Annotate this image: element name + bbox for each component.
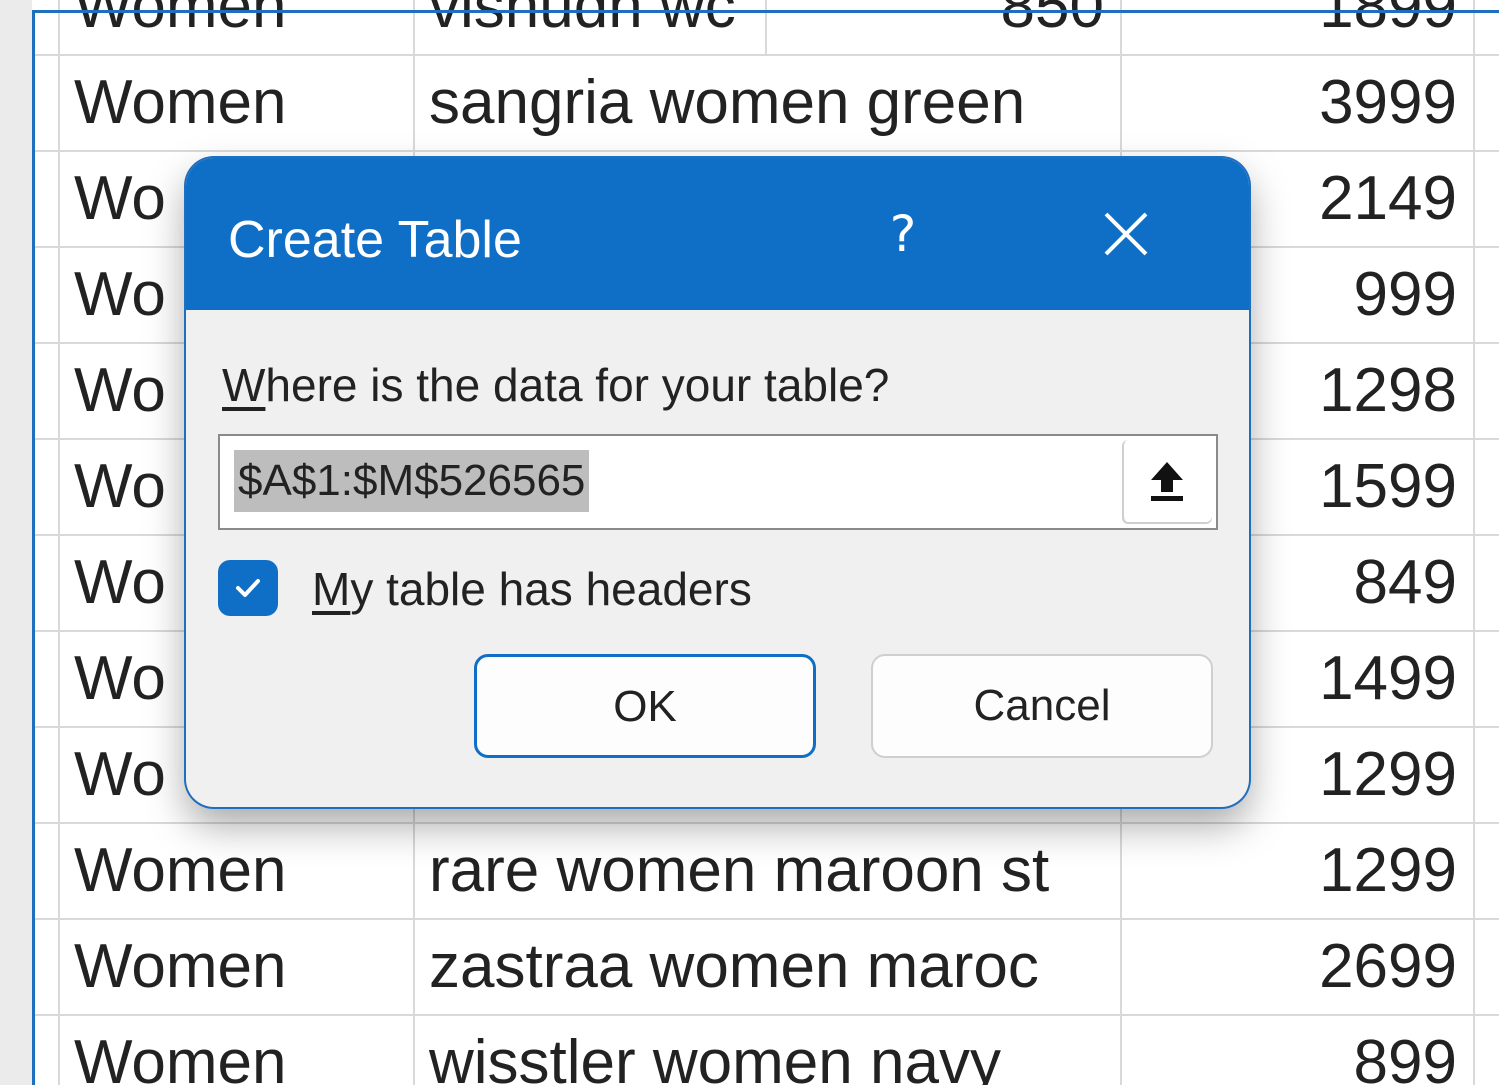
range-prompt-label: Where is the data for your table?: [222, 358, 889, 412]
close-icon: [1104, 212, 1148, 256]
range-value: $A$1:$M$526565: [234, 450, 590, 512]
collapse-dialog-button[interactable]: [1122, 440, 1212, 524]
dialog-titlebar: Create Table ?: [186, 158, 1249, 310]
row-header-margin: [0, 0, 32, 1085]
help-button[interactable]: ?: [881, 204, 925, 264]
prompt-text: here is the data for your table?: [265, 359, 890, 411]
checkbox-label-text: y table has headers: [350, 563, 752, 615]
checkbox-access-key: M: [312, 563, 351, 615]
checkmark-icon: [236, 579, 260, 597]
close-button[interactable]: [1098, 206, 1154, 262]
headers-checkbox-label[interactable]: My table has headers: [312, 562, 752, 616]
cancel-button[interactable]: Cancel: [871, 654, 1213, 758]
range-input[interactable]: $A$1:$M$526565: [218, 434, 1218, 530]
create-table-dialog: Create Table ? Where is the data for you…: [186, 158, 1249, 807]
dialog-title: Create Table: [228, 211, 522, 269]
upload-arrow-icon: [1151, 462, 1183, 501]
prompt-access-key: W: [222, 359, 266, 411]
excel-window: Women vishudh wc 1899 850 Women sangria women…: [0, 0, 1499, 1085]
ok-button[interactable]: OK: [474, 654, 816, 758]
headers-checkbox[interactable]: [218, 560, 278, 616]
